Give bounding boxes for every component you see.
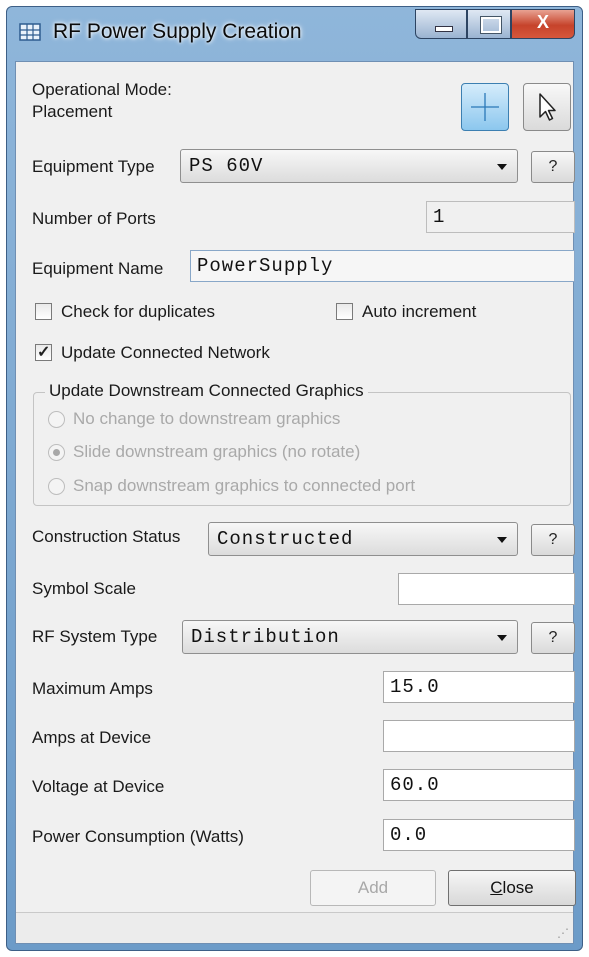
radio-snap-label[interactable]: Snap downstream graphics to connected po… bbox=[73, 476, 415, 496]
rf-system-type-select[interactable]: Distribution bbox=[182, 620, 518, 654]
auto-increment-label[interactable]: Auto increment bbox=[362, 302, 476, 322]
app-grid-icon bbox=[19, 23, 41, 41]
close-icon: X bbox=[536, 12, 549, 32]
maximize-icon bbox=[481, 17, 501, 33]
equipment-type-select[interactable]: PS 60V bbox=[180, 149, 518, 183]
rf-system-type-value: Distribution bbox=[191, 626, 340, 648]
amps-at-device-label: Amps at Device bbox=[32, 728, 152, 747]
checkmark-icon: ✓ bbox=[37, 344, 51, 361]
amps-at-device-input[interactable] bbox=[383, 720, 575, 752]
equipment-type-help-button[interactable]: ? bbox=[531, 151, 575, 183]
status-bar: ⋰ bbox=[16, 912, 573, 943]
crosshair-icon bbox=[471, 93, 499, 121]
ports-value: 1 bbox=[433, 206, 446, 228]
construction-status-label: Construction Status bbox=[32, 527, 181, 546]
dialog-body: Operational Mode: Placement Equipment Ty… bbox=[15, 61, 576, 944]
downstream-group-title: Update Downstream Connected Graphics bbox=[45, 381, 368, 401]
rf-system-type-help-button[interactable]: ? bbox=[531, 622, 575, 654]
radio-no-change[interactable] bbox=[48, 411, 65, 428]
title-bar[interactable]: RF Power Supply Creation X bbox=[7, 7, 582, 61]
maximize-button[interactable] bbox=[467, 9, 511, 39]
update-network-label[interactable]: Update Connected Network bbox=[61, 343, 270, 363]
maximum-amps-input[interactable]: 15.0 bbox=[383, 671, 575, 703]
power-consumption-input[interactable]: 0.0 bbox=[383, 819, 575, 851]
ports-label: Number of Ports bbox=[32, 209, 156, 228]
maximum-amps-value: 15.0 bbox=[390, 676, 440, 698]
check-duplicates-checkbox[interactable] bbox=[35, 303, 52, 320]
resize-grip-icon[interactable]: ⋰ bbox=[557, 926, 569, 940]
placement-mode-button[interactable] bbox=[461, 83, 509, 131]
pointer-arrow-icon bbox=[539, 93, 556, 121]
power-consumption-label: Power Consumption (Watts) bbox=[32, 827, 244, 846]
equipment-type-label: Equipment Type bbox=[32, 157, 155, 176]
dialog-window: RF Power Supply Creation X Operational M… bbox=[6, 6, 583, 951]
radio-selected-dot bbox=[53, 449, 60, 456]
equipment-name-value: PowerSupply bbox=[197, 255, 334, 277]
window-title: RF Power Supply Creation bbox=[53, 20, 302, 43]
radio-slide[interactable] bbox=[48, 444, 65, 461]
update-network-checkbox[interactable]: ✓ bbox=[35, 344, 52, 361]
symbol-scale-input[interactable] bbox=[398, 573, 575, 605]
equipment-name-label: Equipment Name bbox=[32, 259, 164, 278]
symbol-scale-label: Symbol Scale bbox=[32, 579, 136, 598]
construction-status-select[interactable]: Constructed bbox=[208, 522, 518, 556]
close-button-mnemonic: C bbox=[490, 878, 503, 897]
rf-system-type-label: RF System Type bbox=[32, 627, 158, 646]
chevron-down-icon bbox=[497, 164, 507, 170]
close-button[interactable]: Close bbox=[448, 870, 576, 906]
ports-field: 1 bbox=[426, 201, 575, 233]
voltage-at-device-input[interactable]: 60.0 bbox=[383, 769, 575, 801]
window-close-button[interactable]: X bbox=[511, 9, 575, 39]
minimize-button[interactable] bbox=[415, 9, 467, 39]
radio-snap[interactable] bbox=[48, 478, 65, 495]
check-duplicates-label[interactable]: Check for duplicates bbox=[61, 302, 215, 322]
mode-value: Placement bbox=[32, 102, 113, 121]
equipment-name-input[interactable]: PowerSupply bbox=[190, 250, 575, 282]
add-button[interactable]: Add bbox=[310, 870, 436, 906]
radio-no-change-label[interactable]: No change to downstream graphics bbox=[73, 409, 340, 429]
select-mode-button[interactable] bbox=[523, 83, 571, 131]
equipment-type-value: PS 60V bbox=[189, 155, 264, 177]
maximum-amps-label: Maximum Amps bbox=[32, 679, 153, 698]
chevron-down-icon bbox=[497, 635, 507, 641]
close-button-label: lose bbox=[502, 878, 534, 897]
minimize-icon bbox=[435, 26, 453, 32]
voltage-at-device-value: 60.0 bbox=[390, 774, 440, 796]
auto-increment-checkbox[interactable] bbox=[336, 303, 353, 320]
mode-label: Operational Mode: bbox=[32, 80, 172, 99]
construction-status-help-button[interactable]: ? bbox=[531, 524, 575, 556]
power-consumption-value: 0.0 bbox=[390, 824, 428, 846]
chevron-down-icon bbox=[497, 537, 507, 543]
voltage-at-device-label: Voltage at Device bbox=[32, 777, 165, 796]
radio-slide-label[interactable]: Slide downstream graphics (no rotate) bbox=[73, 442, 360, 462]
construction-status-value: Constructed bbox=[217, 528, 354, 550]
